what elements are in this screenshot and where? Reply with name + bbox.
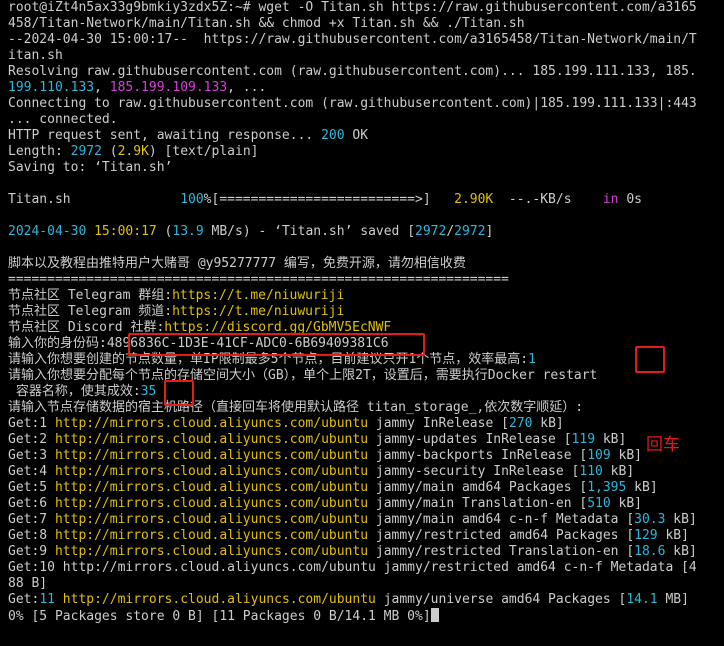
terminal-line: --2024-04-30 15:00:17-- https://raw.gith… [8, 32, 697, 47]
terminal-line: Length: 2972 (2.9K) [text/plain] [8, 144, 259, 159]
terminal-line: 请输入你想要分配每个节点的存储空间大小（GB），单个上限2T，设置后，需要执行D… [8, 368, 598, 383]
apt-get-line: Get:6 http://mirrors.cloud.aliyuncs.com/… [8, 496, 642, 511]
terminal-line: 容器名称，使其成效:35 [8, 384, 157, 399]
apt-get-line: Get:11 http://mirrors.cloud.aliyuncs.com… [8, 592, 689, 607]
terminal-line: 199.110.133, 185.199.109.133, ... [8, 80, 267, 95]
highlight-box-node-count [635, 346, 665, 373]
terminal-line: 节点社区 Telegram 群组:https://t.me/niuwuriji [8, 288, 345, 303]
terminal-line: ========================================… [8, 272, 509, 287]
terminal-line: 2024-04-30 15:00:17 (13.9 MB/s) - ‘Titan… [8, 224, 494, 239]
apt-get-line: Get:1 http://mirrors.cloud.aliyuncs.com/… [8, 416, 564, 431]
download-progress-line: Titan.sh 100%[=========================>… [8, 192, 642, 207]
terminal-line: Connecting to raw.githubusercontent.com … [8, 96, 697, 111]
apt-get-line: Get:7 http://mirrors.cloud.aliyuncs.com/… [8, 512, 697, 527]
terminal-line: 458/Titan-Network/main/Titan.sh && chmod… [8, 16, 525, 31]
terminal-line: ... connected. [8, 112, 118, 127]
storage-size-input[interactable]: 35 [141, 384, 157, 399]
apt-get-line: Get:9 http://mirrors.cloud.aliyuncs.com/… [8, 544, 697, 559]
apt-get-line: Get:4 http://mirrors.cloud.aliyuncs.com/… [8, 464, 635, 479]
node-count-input[interactable]: 1 [528, 352, 536, 367]
terminal-line: 节点社区 Telegram 频道:https://t.me/niuwuriji [8, 304, 345, 319]
apt-get-line: Get:5 http://mirrors.cloud.aliyuncs.com/… [8, 480, 658, 495]
enter-annotation: 回车 [646, 435, 680, 455]
terminal-line: 脚本以及教程由推特用户大赌哥 @y95277777 编写，免费开源，请勿相信收费 [8, 256, 466, 271]
apt-get-line: Get:10 http://mirrors.cloud.aliyuncs.com… [8, 560, 697, 575]
terminal-line: Resolving raw.githubusercontent.com (raw… [8, 64, 697, 79]
apt-progress-line: 0% [5 Packages store 0 B] [11 Packages 0… [8, 608, 439, 624]
highlight-box-storage-size [164, 380, 194, 406]
terminal-line: Saving to: ‘Titan.sh’ [8, 160, 173, 175]
terminal-line: HTTP request sent, awaiting response... … [8, 128, 369, 143]
highlight-box-identity-code [128, 333, 425, 356]
terminal-line: root@iZt4n5ax33g9bmkiy3zdx5Z:~# wget -O … [8, 0, 697, 15]
terminal-line: itan.sh [8, 48, 63, 63]
terminal-window[interactable]: root@iZt4n5ax33g9bmkiy3zdx5Z:~# wget -O … [4, 0, 724, 646]
apt-get-line: Get:8 http://mirrors.cloud.aliyuncs.com/… [8, 528, 689, 543]
apt-get-line: Get:2 http://mirrors.cloud.aliyuncs.com/… [8, 432, 627, 447]
terminal-line: 请输入节点存储数据的宿主机路径（直接回车将使用默认路径 titan_storag… [8, 400, 584, 415]
terminal-cursor [430, 608, 439, 622]
apt-get-line: 88 B] [8, 576, 48, 591]
apt-get-line: Get:3 http://mirrors.cloud.aliyuncs.com/… [8, 448, 642, 463]
